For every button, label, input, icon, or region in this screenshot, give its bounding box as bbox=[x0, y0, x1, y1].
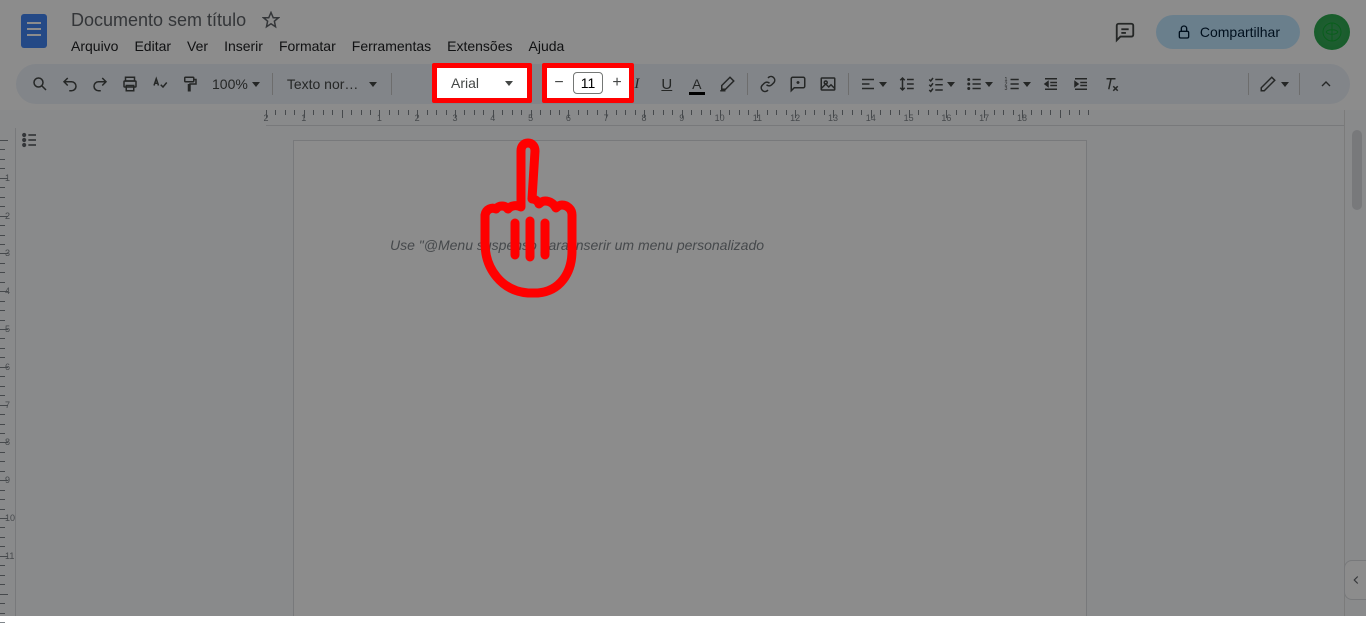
share-button[interactable]: Compartilhar bbox=[1156, 15, 1300, 49]
document-page[interactable]: Use "@Menu suspenso para inserir um menu… bbox=[293, 140, 1087, 616]
clear-formatting-button[interactable] bbox=[1097, 69, 1125, 99]
header-right: Compartilhar bbox=[1108, 8, 1350, 50]
font-family-select[interactable]: Arial bbox=[441, 70, 523, 96]
menu-ferramentas[interactable]: Ferramentas bbox=[345, 34, 438, 58]
paragraph-style-select[interactable]: Texto nor… bbox=[279, 76, 385, 92]
menu-ajuda[interactable]: Ajuda bbox=[522, 34, 572, 58]
side-panel bbox=[1344, 110, 1366, 616]
app-header: Documento sem título Arquivo Editar Ver … bbox=[0, 0, 1366, 58]
add-comment-button[interactable] bbox=[784, 69, 812, 99]
decrease-font-size-button[interactable]: − bbox=[547, 71, 571, 95]
text-color-button[interactable]: A bbox=[683, 69, 711, 99]
decrease-indent-button[interactable] bbox=[1037, 69, 1065, 99]
editing-mode-button[interactable] bbox=[1255, 69, 1293, 99]
lock-icon bbox=[1176, 24, 1192, 40]
font-size-input[interactable] bbox=[573, 72, 603, 94]
undo-button[interactable] bbox=[56, 69, 84, 99]
title-area: Documento sem título Arquivo Editar Ver … bbox=[64, 8, 1096, 58]
svg-text:3: 3 bbox=[1004, 86, 1007, 92]
bulleted-list-button[interactable] bbox=[961, 69, 997, 99]
insert-image-button[interactable] bbox=[814, 69, 842, 99]
collapse-toolbar-button[interactable] bbox=[1312, 69, 1340, 99]
zoom-select[interactable]: 100% bbox=[206, 76, 266, 92]
vertical-ruler[interactable]: 1234567891011 bbox=[0, 128, 16, 616]
chevron-down-icon bbox=[252, 82, 260, 87]
increase-font-size-button[interactable]: + bbox=[605, 71, 629, 95]
chevron-down-icon bbox=[369, 82, 377, 87]
workspace: 1234567891011 21123456789101112131415161… bbox=[0, 110, 1366, 616]
star-icon[interactable] bbox=[261, 10, 281, 30]
redo-button[interactable] bbox=[86, 69, 114, 99]
font-family-highlight: Arial bbox=[432, 63, 532, 103]
checklist-button[interactable] bbox=[923, 69, 959, 99]
increase-indent-button[interactable] bbox=[1067, 69, 1095, 99]
placeholder-text: Use "@Menu suspenso para inserir um menu… bbox=[390, 237, 990, 253]
print-button[interactable] bbox=[116, 69, 144, 99]
show-side-panel-button[interactable] bbox=[1344, 560, 1366, 600]
menu-formatar[interactable]: Formatar bbox=[272, 34, 343, 58]
chevron-down-icon bbox=[505, 81, 513, 86]
chevron-down-icon bbox=[1023, 82, 1031, 87]
font-size-highlight: − + bbox=[542, 63, 634, 103]
zoom-value: 100% bbox=[212, 76, 248, 92]
paint-format-button[interactable] bbox=[176, 69, 204, 99]
toolbar: 100% Texto nor… B I U A 123 bbox=[16, 64, 1350, 104]
horizontal-ruler-wrap: 21123456789101112131415161718 bbox=[36, 110, 1344, 128]
document-scroll-area[interactable]: Use "@Menu suspenso para inserir um menu… bbox=[36, 128, 1344, 616]
comment-history-icon[interactable] bbox=[1108, 15, 1142, 49]
menu-arquivo[interactable]: Arquivo bbox=[64, 34, 125, 58]
menubar: Arquivo Editar Ver Inserir Formatar Ferr… bbox=[64, 34, 1096, 58]
menu-editar[interactable]: Editar bbox=[127, 34, 178, 58]
highlight-color-button[interactable] bbox=[713, 69, 741, 99]
insert-link-button[interactable] bbox=[754, 69, 782, 99]
search-menus-button[interactable] bbox=[26, 69, 54, 99]
line-spacing-button[interactable] bbox=[893, 69, 921, 99]
underline-button[interactable]: U bbox=[653, 69, 681, 99]
spellcheck-button[interactable] bbox=[146, 69, 174, 99]
docs-logo[interactable] bbox=[16, 8, 52, 54]
menu-inserir[interactable]: Inserir bbox=[217, 34, 270, 58]
style-value: Texto nor… bbox=[287, 76, 359, 92]
chevron-down-icon bbox=[1281, 82, 1289, 87]
menu-extensoes[interactable]: Extensões bbox=[440, 34, 519, 58]
horizontal-ruler[interactable]: 21123456789101112131415161718 bbox=[266, 110, 1344, 126]
menu-ver[interactable]: Ver bbox=[180, 34, 215, 58]
chevron-down-icon bbox=[879, 82, 887, 87]
document-title-input[interactable]: Documento sem título bbox=[64, 7, 253, 34]
align-button[interactable] bbox=[855, 69, 891, 99]
chevron-down-icon bbox=[985, 82, 993, 87]
font-size-control: − + bbox=[547, 71, 629, 95]
share-label: Compartilhar bbox=[1200, 24, 1280, 40]
vertical-scrollbar[interactable] bbox=[1352, 130, 1362, 566]
font-family-value: Arial bbox=[451, 75, 479, 91]
account-avatar[interactable] bbox=[1314, 14, 1350, 50]
numbered-list-button[interactable]: 123 bbox=[999, 69, 1035, 99]
chevron-down-icon bbox=[947, 82, 955, 87]
